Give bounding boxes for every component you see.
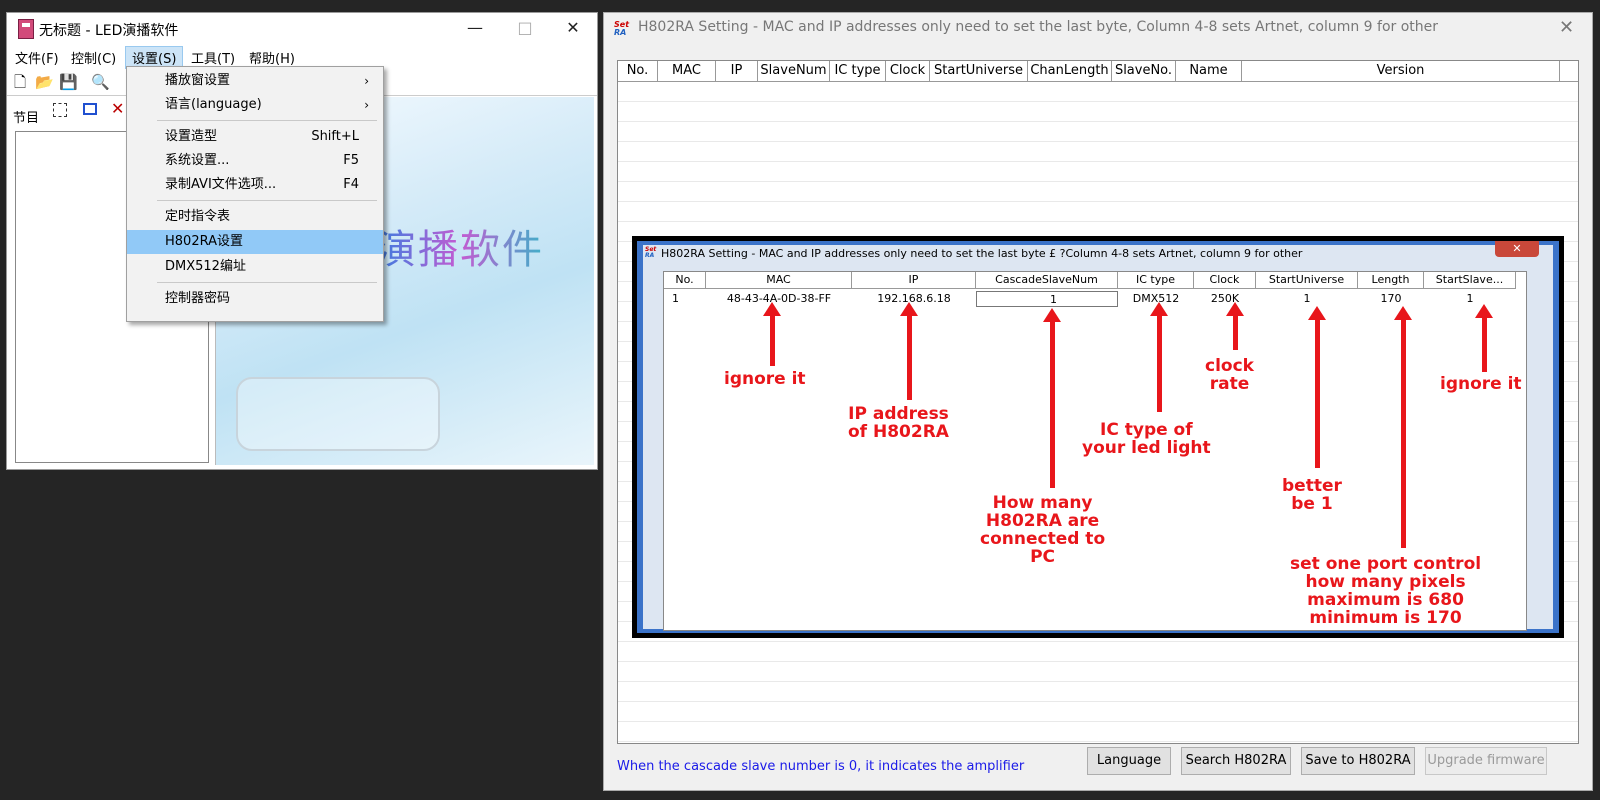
arrow-startslave <box>1475 304 1493 372</box>
overlay-column-header: StartUniverse <box>1256 272 1358 288</box>
column-header[interactable]: No. <box>618 61 658 81</box>
menu-item-dmx512[interactable]: DMX512编址 <box>127 255 383 279</box>
arrow-length <box>1394 306 1412 548</box>
settings-dropdown: 播放窗设置 › 语言(language) › 设置造型 Shift+L 系统设置...… <box>126 66 384 322</box>
menu-bar: 文件(F) 控制(C) 设置(S) 工具(T) 帮助(H) <box>7 44 597 69</box>
maximize-button[interactable]: □ <box>501 13 549 43</box>
preview-icon[interactable]: 🔍 <box>91 73 110 91</box>
annotation-ip: IP address of H802RA <box>848 404 949 442</box>
column-header[interactable]: SlaveNo. <box>1112 61 1176 81</box>
overlay-column-header: No. <box>664 272 706 288</box>
save-to-h802ra-button[interactable]: Save to H802RA <box>1301 747 1415 775</box>
annotation-length: set one port control how many pixels max… <box>1290 554 1482 628</box>
arrow-clock <box>1226 302 1244 350</box>
setra-icon: Set RA <box>614 20 630 37</box>
overlay-column-header: Length <box>1358 272 1424 288</box>
overlay-column-header: Clock <box>1194 272 1256 288</box>
overlay-column-header: CascadeSlaveNum <box>976 272 1118 288</box>
annotation-startslave: ignore it <box>1440 374 1522 394</box>
column-header[interactable]: IC type <box>830 61 886 81</box>
menu-control[interactable]: 控制(C) <box>65 47 122 68</box>
arrow-ictype <box>1150 302 1168 412</box>
cell-length: 170 <box>1380 292 1402 305</box>
cell-clock: 250K <box>1210 292 1240 305</box>
minimize-button[interactable]: — <box>451 13 499 43</box>
setra-icon: Set RA <box>645 246 657 259</box>
window-title: 无标题 - LED演播软件 <box>39 23 179 39</box>
overlay-close-button: ✕ <box>1495 241 1539 257</box>
title-bar: 无标题 - LED演播软件 — □ ✕ <box>7 13 597 43</box>
menu-item-password[interactable]: 控制器密码 <box>127 287 383 311</box>
arrow-ip <box>900 302 918 400</box>
delete-icon[interactable]: ✕ <box>111 99 124 118</box>
column-header[interactable]: Version <box>1242 61 1560 81</box>
window-title: H802RA Setting - MAC and IP addresses on… <box>638 19 1439 35</box>
program-label: 节目 <box>13 111 40 126</box>
menu-item-shape[interactable]: 设置造型 Shift+L <box>127 125 383 149</box>
overlay-title: H802RA Setting - MAC and IP addresses on… <box>661 247 1303 260</box>
arrow-cascade <box>1043 308 1061 488</box>
annotation-ictype: IC type of your led light <box>1082 420 1211 458</box>
column-header[interactable]: ChanLength <box>1028 61 1112 81</box>
menu-file[interactable]: 文件(F) <box>9 47 65 68</box>
language-button[interactable]: Language <box>1087 747 1171 775</box>
column-header[interactable]: MAC <box>658 61 716 81</box>
menu-item-language[interactable]: 语言(language) › <box>127 93 383 117</box>
annotation-mac: ignore it <box>724 369 806 389</box>
upgrade-firmware-button[interactable]: Upgrade firmware <box>1425 747 1547 775</box>
app-icon <box>18 19 34 39</box>
overlay-column-header: IC type <box>1118 272 1194 288</box>
close-button[interactable]: ✕ <box>549 13 597 43</box>
menu-item-avi[interactable]: 录制AVI文件选项... F4 <box>127 173 383 197</box>
menu-item-timer[interactable]: 定时指令表 <box>127 205 383 229</box>
layout-icon[interactable] <box>83 103 97 115</box>
menu-help[interactable]: 帮助(H) <box>243 47 301 68</box>
new-program-icon[interactable] <box>53 103 67 117</box>
column-header[interactable]: IP <box>716 61 758 81</box>
open-folder-icon[interactable]: 📂 <box>35 73 54 91</box>
scroll-illustration <box>236 377 440 451</box>
column-header[interactable]: SlaveNum <box>758 61 830 81</box>
overlay-header: No. MAC IP CascadeSlaveNum IC type Clock… <box>664 272 1516 289</box>
cell-cascade-edit: 1 <box>976 291 1118 307</box>
annotation-cascade: How many H802RA are connected to PC <box>980 493 1106 567</box>
cell-universe: 1 <box>1303 292 1311 305</box>
menu-item-playwindow[interactable]: 播放窗设置 › <box>127 69 383 93</box>
annotation-universe: better be 1 <box>1282 476 1342 514</box>
menu-separator <box>157 282 377 283</box>
annotation-clock: clock rate <box>1205 356 1254 394</box>
grid-header: No. MAC IP SlaveNum IC type Clock StartU… <box>618 61 1578 82</box>
arrow-universe <box>1308 306 1326 468</box>
arrow-mac <box>763 302 781 366</box>
close-button[interactable]: ✕ <box>1559 17 1574 38</box>
new-file-icon[interactable]: 🗋 <box>11 73 29 91</box>
amplifier-hint: When the cascade slave number is 0, it i… <box>617 759 1025 774</box>
cell-startslave: 1 <box>1466 292 1474 305</box>
overlay-column-header: IP <box>852 272 976 288</box>
column-header[interactable]: StartUniverse <box>930 61 1028 81</box>
save-icon[interactable]: 💾 <box>59 73 78 91</box>
menu-item-h802ra[interactable]: H802RA设置 <box>127 230 383 254</box>
menu-tools[interactable]: 工具(T) <box>185 47 241 68</box>
menu-item-system[interactable]: 系统设置... F5 <box>127 149 383 173</box>
cell-no: 1 <box>672 292 679 305</box>
menu-separator <box>157 120 377 121</box>
column-header[interactable]: Name <box>1176 61 1242 81</box>
overlay-column-header: StartSlave... <box>1424 272 1516 288</box>
column-header[interactable]: Clock <box>886 61 930 81</box>
overlay-column-header: MAC <box>706 272 852 288</box>
search-h802ra-button[interactable]: Search H802RA <box>1181 747 1291 775</box>
overlay-data-row: 1 48-43-4A-0D-38-FF 192.168.6.18 1 DMX51… <box>664 291 1516 307</box>
menu-separator <box>157 200 377 201</box>
canvas-title: 演播软件 <box>376 217 544 275</box>
